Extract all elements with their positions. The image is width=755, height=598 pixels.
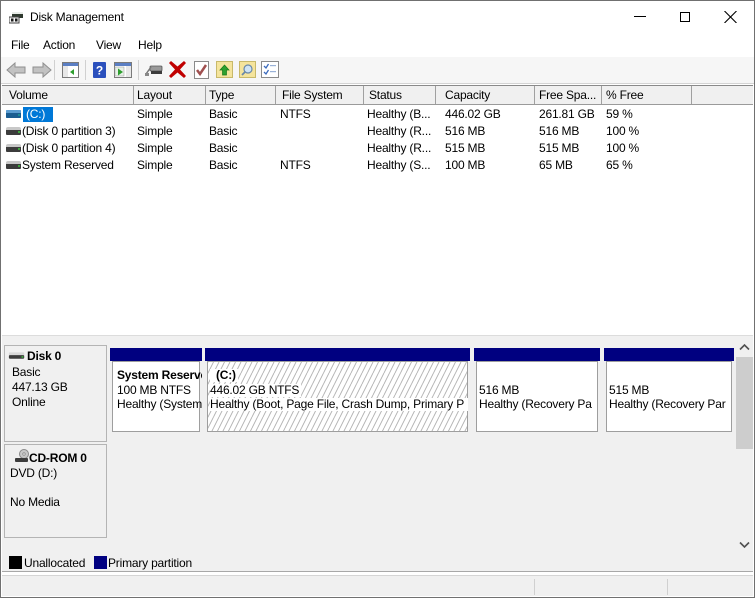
- svg-text:?: ?: [96, 64, 103, 78]
